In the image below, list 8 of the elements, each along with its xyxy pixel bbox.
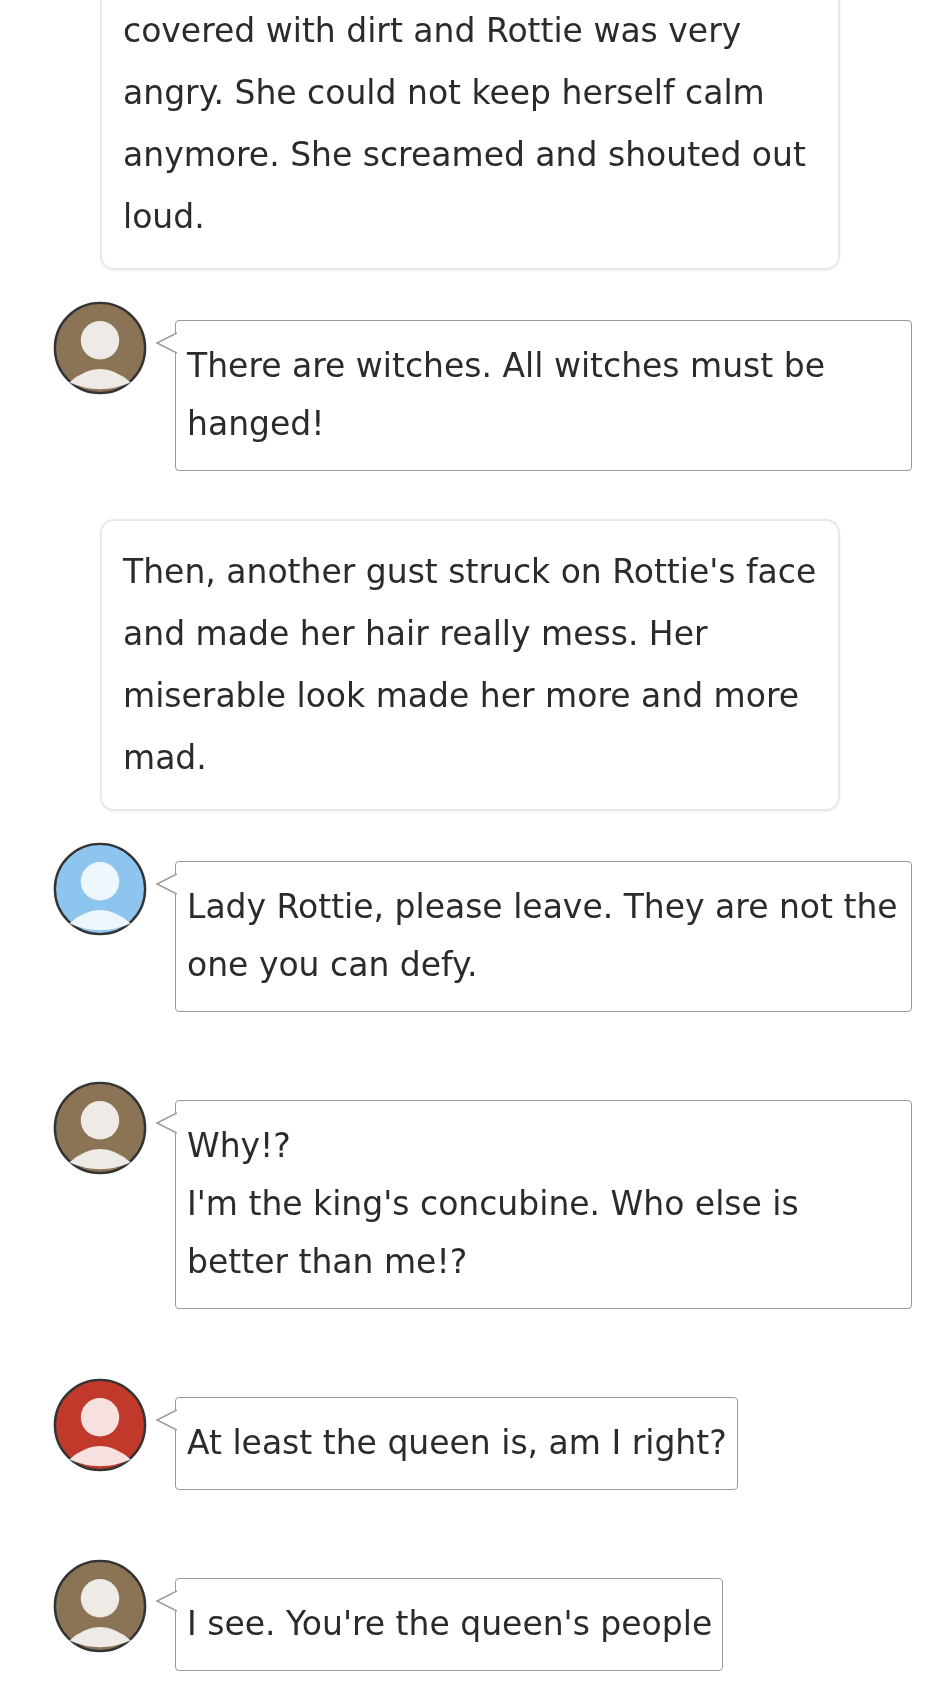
narration-text: Then, another gust struck on Rottie's face and made her hair really mess. Her miserable look made her more and more mad. (123, 551, 817, 779)
message-text: At least the queen is, am I right? (187, 1422, 727, 1464)
message-text: Lady Rottie, please leave. They are not the one you can defy. (187, 886, 899, 986)
message-text: I'm the king's concubine. Who else is better than me!? (187, 1183, 800, 1283)
message-text: Why!? (187, 1125, 292, 1167)
message-text: I see. You're the queen's people (187, 1603, 713, 1645)
narration-text: covered with dirt and Rottie was very angry. She could not keep herself calm anymore. She screamed and shouted out loud. (123, 10, 807, 238)
message-text: There are witches. All witches must be hanged! (187, 345, 826, 445)
